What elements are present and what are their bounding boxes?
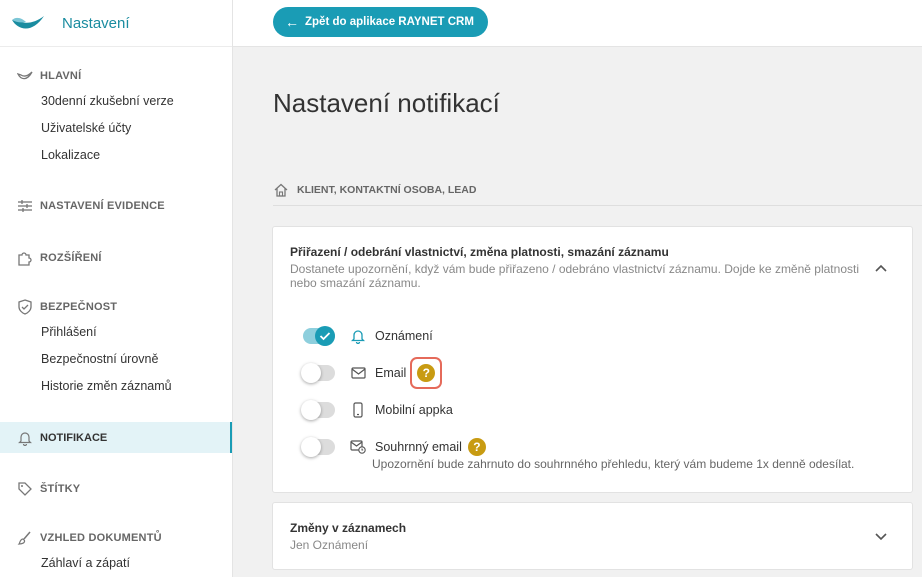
- card-title: Přiřazení / odebrání vlastnictví, změna …: [290, 245, 669, 259]
- breadcrumb: KLIENT, KONTAKTNÍ OSOBA, LEAD: [273, 181, 476, 199]
- help-icon[interactable]: ?: [417, 364, 436, 382]
- card-title: Změny v záznamech: [290, 521, 407, 535]
- sidebar-section-vzhled: VZHLED DOKUMENTŮ Záhlaví a zápatí: [0, 526, 232, 577]
- chevron-down-icon[interactable]: [874, 529, 888, 543]
- channel-label: Mobilní appka: [375, 403, 453, 417]
- summary-email-note: Upozornění bude zahrnuto do souhrnného p…: [372, 457, 855, 471]
- sidebar-section-bezpecnost: BEZPEČNOST Přihlášení Bezpečnostní úrovn…: [0, 295, 232, 400]
- app-title: Nastavení: [62, 14, 130, 32]
- puzzle-icon: [16, 249, 34, 267]
- sidebar-item-header-footer[interactable]: Záhlaví a zápatí: [0, 550, 232, 577]
- channel-label: Email: [375, 366, 407, 380]
- page-title: Nastavení notifikací: [273, 88, 500, 118]
- channel-row-summary-email: Souhrnný email ?: [301, 436, 486, 458]
- sidebar-head-rozsireni[interactable]: ROZŠÍŘENÍ: [0, 246, 232, 270]
- envelope-clock-icon: [349, 438, 367, 456]
- sidebar-item-history[interactable]: Historie změn záznamů: [0, 373, 232, 400]
- sidebar-section-stitky: ŠTÍTKY: [0, 477, 232, 501]
- envelope-icon: [349, 364, 367, 382]
- sidebar-item-trial[interactable]: 30denní zkušební verze: [0, 88, 232, 115]
- channel-label: Souhrnný email: [375, 440, 462, 454]
- notification-card-record-changes[interactable]: Změny v záznamech Jen Oznámení: [272, 502, 913, 570]
- topbar: ← Zpět do aplikace RAYNET CRM: [233, 0, 922, 47]
- card-description: Dostanete upozornění, když vám bude přiř…: [290, 262, 859, 290]
- channel-row-oznameni: Oznámení: [303, 325, 433, 347]
- sidebar: Nastavení HLAVNÍ 30denní zkušební verze …: [0, 0, 233, 577]
- arrow-left-icon: ←: [285, 14, 299, 30]
- toggle-mobile[interactable]: [301, 400, 335, 420]
- channel-row-email: Email ?: [301, 357, 443, 389]
- sidebar-section-hlavni: HLAVNÍ 30denní zkušební verze Uživatelsk…: [0, 64, 232, 169]
- phone-icon: [349, 401, 367, 419]
- channel-row-mobile: Mobilní appka: [301, 399, 453, 421]
- help-highlight: ?: [410, 357, 443, 389]
- divider: [273, 205, 922, 206]
- back-to-crm-button[interactable]: ← Zpět do aplikace RAYNET CRM: [273, 7, 488, 37]
- toggle-oznameni[interactable]: [303, 326, 335, 346]
- sidebar-item-notifikace[interactable]: NOTIFIKACE: [0, 422, 232, 453]
- sidebar-head-stitky[interactable]: ŠTÍTKY: [0, 477, 232, 501]
- shield-icon: [16, 298, 34, 316]
- raynet-logo-icon: [12, 16, 44, 29]
- sidebar-item-localization[interactable]: Lokalizace: [0, 142, 232, 169]
- toggle-email[interactable]: [301, 363, 335, 383]
- channel-label: Oznámení: [375, 329, 433, 343]
- sliders-icon: [16, 197, 34, 215]
- sidebar-item-login[interactable]: Přihlášení: [0, 319, 232, 346]
- sidebar-item-users[interactable]: Uživatelské účty: [0, 115, 232, 142]
- check-icon: [319, 332, 331, 341]
- brand-header: Nastavení: [0, 0, 232, 47]
- sidebar-section-evidence: NASTAVENÍ EVIDENCE: [0, 194, 232, 218]
- card-subtitle: Jen Oznámení: [290, 538, 369, 552]
- brush-icon: [16, 529, 34, 547]
- sidebar-section-rozsireni: ROZŠÍŘENÍ: [0, 246, 232, 270]
- sidebar-item-security-levels[interactable]: Bezpečnostní úrovně: [0, 346, 232, 373]
- sidebar-head-vzhled[interactable]: VZHLED DOKUMENTŮ: [0, 526, 232, 550]
- home-icon: [273, 181, 291, 199]
- toggle-summary-email[interactable]: [301, 437, 335, 457]
- sidebar-head-hlavni[interactable]: HLAVNÍ: [0, 64, 232, 88]
- raynet-logo-icon: [16, 67, 34, 85]
- sidebar-head-bezpecnost[interactable]: BEZPEČNOST: [0, 295, 232, 319]
- bell-icon: [349, 327, 367, 345]
- notification-card-ownership: Přiřazení / odebrání vlastnictví, změna …: [272, 226, 913, 493]
- help-icon[interactable]: ?: [467, 438, 486, 456]
- chevron-up-icon[interactable]: [874, 261, 888, 275]
- tag-icon: [16, 480, 34, 498]
- sidebar-head-evidence[interactable]: NASTAVENÍ EVIDENCE: [0, 194, 232, 218]
- bell-icon: [16, 429, 34, 447]
